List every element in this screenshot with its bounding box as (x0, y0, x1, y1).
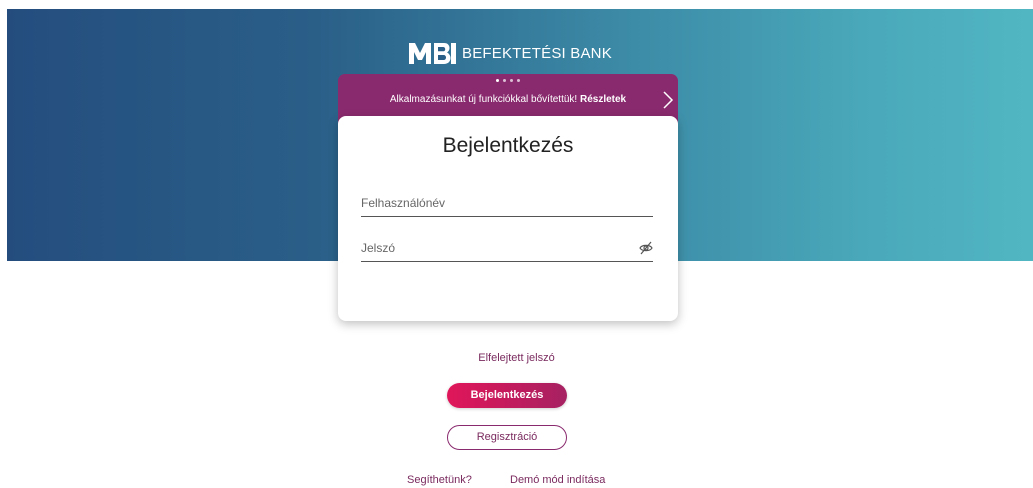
carousel-dot[interactable] (517, 79, 520, 82)
forgot-password-link[interactable]: Elfelejtett jelszó (0, 352, 1033, 364)
banner-text: Alkalmazásunkat új funkciókkal bővítettü… (389, 94, 578, 105)
carousel-dot[interactable] (510, 79, 513, 82)
demo-mode-link[interactable]: Demó mód indítása (510, 474, 605, 486)
username-field (361, 192, 653, 217)
register-button[interactable]: Regisztráció (447, 425, 567, 450)
username-input[interactable] (361, 192, 631, 214)
password-input[interactable] (361, 237, 631, 259)
carousel-dot[interactable] (503, 79, 506, 82)
mbh-logo-icon (409, 43, 456, 64)
banner-message: Alkalmazásunkat új funkciókkal bővítettü… (338, 94, 678, 105)
banner-details-link[interactable]: Részletek (580, 94, 626, 105)
brand-logo: BEFEKTETÉSI BANK (407, 40, 612, 66)
carousel-dots (338, 79, 678, 82)
help-link[interactable]: Segíthetünk? (407, 474, 472, 486)
brand-name: BEFEKTETÉSI BANK (462, 44, 612, 62)
eye-off-icon[interactable] (639, 241, 653, 255)
password-field (361, 237, 653, 262)
login-card: Bejelentkezés (338, 116, 678, 321)
carousel-dot[interactable] (496, 79, 499, 82)
login-title: Bejelentkezés (442, 134, 574, 157)
chevron-right-icon[interactable] (661, 90, 675, 110)
login-button[interactable]: Bejelentkezés (447, 383, 567, 408)
